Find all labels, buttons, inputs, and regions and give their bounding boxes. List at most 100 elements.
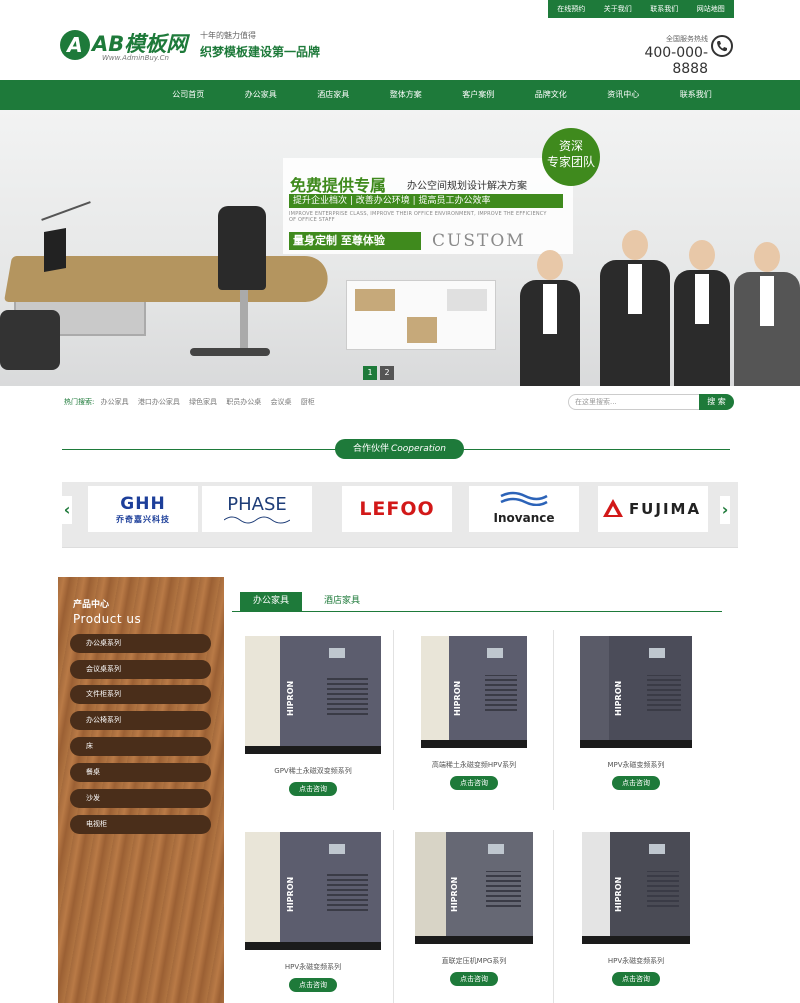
sidebar-item[interactable]: 沙发 — [70, 789, 211, 808]
side-chair-illustration — [0, 310, 60, 370]
nav-item-office-furniture[interactable]: 办公家具 — [225, 80, 298, 110]
banner-headline-rest: 办公空间规划设计解决方案 — [407, 181, 527, 192]
hot-keyword[interactable]: 港口办公家具 — [138, 398, 180, 406]
hot-keyword[interactable]: 厨柜 — [301, 398, 315, 406]
hot-search: 热门搜索: 办公家具 港口办公家具 绿色家具 职员办公桌 会议桌 厨柜 — [64, 397, 322, 407]
monitor-illustration — [44, 228, 66, 272]
person-illustration — [734, 242, 800, 386]
link-contact-us[interactable]: 联系我们 — [641, 0, 688, 18]
carousel-prev-icon[interactable]: ‹ — [62, 496, 72, 524]
product-card[interactable]: HIPRON HPV永磁变频系列点击咨询 — [556, 832, 716, 986]
machine-brand-label: HIPRON — [286, 680, 295, 716]
sidebar-item[interactable]: 办公桌系列 — [70, 634, 211, 653]
machine-brand-label: HIPRON — [614, 876, 623, 912]
tab-hotel-furniture[interactable]: 酒店家具 — [312, 592, 372, 611]
machine-brand-label: HIPRON — [453, 680, 462, 716]
link-sitemap[interactable]: 网站地图 — [688, 0, 735, 18]
hot-search-label: 热门搜索: — [64, 398, 95, 406]
carousel-next-icon[interactable]: › — [720, 496, 730, 524]
hotline-label: 全国服务热线 — [666, 35, 708, 43]
person-illustration — [520, 250, 580, 386]
product-image[interactable]: HIPRON — [245, 636, 381, 754]
tagline: 十年的魅力值得 织梦模板建设第一品牌 — [200, 30, 320, 60]
banner-pagination: 1 2 — [363, 366, 394, 380]
tagline-line1: 十年的魅力值得 — [200, 31, 256, 40]
hot-keyword[interactable]: 办公家具 — [101, 398, 129, 406]
product-card[interactable]: HIPRON 高端稀土永磁变频HPV系列点击咨询 — [394, 636, 554, 790]
sidebar-item[interactable]: 会议桌系列 — [70, 660, 211, 679]
sidebar-item[interactable]: 餐桌 — [70, 763, 211, 782]
banner-english: IMPROVE ENTERPRISE CLASS, IMPROVE THEIR … — [289, 211, 547, 223]
product-image[interactable]: HIPRON — [415, 832, 533, 944]
consult-button[interactable]: 点击咨询 — [450, 972, 498, 986]
lamp-illustration — [41, 201, 91, 221]
product-card[interactable]: HIPRON GPV稀土永磁双变频系列点击咨询 — [233, 636, 393, 796]
partner-logo-fujima[interactable]: FUJIMA — [598, 486, 708, 532]
hotline: 全国服务热线 400-000-8888 — [612, 34, 708, 77]
partner-logo-ghh[interactable]: GHH 乔奇嘉兴科技 — [88, 486, 198, 532]
logo-url: Www.AdminBuy.Cn — [102, 54, 169, 62]
partner-logo-phase[interactable]: PHASE — [202, 486, 312, 532]
nav-item-home[interactable]: 公司首页 — [152, 80, 225, 110]
hot-keyword[interactable]: 绿色家具 — [189, 398, 217, 406]
product-image[interactable]: HIPRON — [582, 832, 690, 944]
tab-office-furniture[interactable]: 办公家具 — [240, 592, 302, 611]
product-image[interactable]: HIPRON — [580, 636, 692, 748]
consult-button[interactable]: 点击咨询 — [612, 972, 660, 986]
product-name[interactable]: MPV永磁变频系列 — [556, 760, 716, 770]
bookshelf-illustration — [346, 280, 496, 350]
search-input[interactable]: 在这里搜索... — [568, 394, 700, 410]
nav-item-hotel-furniture[interactable]: 酒店家具 — [297, 80, 370, 110]
tagline-line2: 织梦模板建设第一品牌 — [200, 45, 321, 59]
top-utility-bar: 在线预约 关于我们 联系我们 网站地图 — [548, 0, 734, 18]
hot-keyword[interactable]: 会议桌 — [271, 398, 292, 406]
product-image[interactable]: HIPRON — [245, 832, 381, 950]
sidebar-item[interactable]: 文件柜系列 — [70, 685, 211, 704]
site-logo[interactable]: A AB模板网 Www.AdminBuy.Cn — [60, 26, 200, 66]
consult-button[interactable]: 点击咨询 — [450, 776, 498, 790]
phone-icon — [711, 35, 733, 57]
sidebar-heading: 产品中心 Product us — [73, 600, 142, 626]
banner-page-1[interactable]: 1 — [363, 366, 377, 380]
product-name[interactable]: GPV稀土永磁双变频系列 — [233, 766, 393, 776]
product-name[interactable]: HPV永磁变频系列 — [233, 962, 393, 972]
sidebar-item[interactable]: 办公椅系列 — [70, 711, 211, 730]
link-about-us[interactable]: 关于我们 — [595, 0, 642, 18]
banner-pill: 量身定制 至尊体验 — [289, 232, 421, 250]
nav-item-contact[interactable]: 联系我们 — [660, 80, 733, 110]
cooperation-title: 合作伙伴 Cooperation — [335, 439, 464, 459]
banner-strip: 提升企业档次 | 改善办公环境 | 提高员工办公效率 — [289, 194, 563, 208]
nav-item-solutions[interactable]: 整体方案 — [370, 80, 443, 110]
consult-button[interactable]: 点击咨询 — [289, 782, 337, 796]
product-card[interactable]: HIPRON MPV永磁变频系列点击咨询 — [556, 636, 716, 790]
sidebar-item[interactable]: 床 — [70, 737, 211, 756]
person-illustration — [674, 240, 730, 386]
hotline-number: 400-000-8888 — [644, 45, 708, 77]
machine-brand-label: HIPRON — [286, 876, 295, 912]
nav-item-brand[interactable]: 品牌文化 — [515, 80, 588, 110]
hot-keyword[interactable]: 职员办公桌 — [226, 398, 261, 406]
product-card[interactable]: HIPRON 直联定压机MPG系列点击咨询 — [394, 832, 554, 986]
product-name[interactable]: HPV永磁变频系列 — [556, 956, 716, 966]
banner-custom-text: CUSTOM — [432, 231, 526, 251]
banner-page-2[interactable]: 2 — [380, 366, 394, 380]
hero-banner[interactable]: 免费提供专属 办公空间规划设计解决方案 提升企业档次 | 改善办公环境 | 提高… — [0, 110, 800, 386]
product-image[interactable]: HIPRON — [421, 636, 527, 748]
product-name[interactable]: 高端稀土永磁变频HPV系列 — [394, 760, 554, 770]
product-card[interactable]: HIPRON HPV永磁变频系列点击咨询 — [233, 832, 393, 992]
banner-expert-badge: 资深 专家团队 — [542, 128, 600, 186]
link-online-booking[interactable]: 在线预约 — [548, 0, 595, 18]
consult-button[interactable]: 点击咨询 — [289, 978, 337, 992]
nav-item-cases[interactable]: 客户案例 — [442, 80, 515, 110]
tabs-divider — [232, 611, 722, 612]
sidebar-item[interactable]: 电视柜 — [70, 815, 211, 834]
consult-button[interactable]: 点击咨询 — [612, 776, 660, 790]
office-chair-illustration — [218, 206, 266, 290]
search-button[interactable]: 搜 索 — [699, 394, 734, 410]
partner-logo-lefoo[interactable]: LEFOO — [342, 486, 452, 532]
nav-item-news[interactable]: 资讯中心 — [587, 80, 660, 110]
partner-logo-inovance[interactable]: Inovance — [469, 486, 579, 532]
banner-headline: 免费提供专属 — [290, 176, 387, 195]
machine-brand-label: HIPRON — [450, 876, 459, 912]
product-name[interactable]: 直联定压机MPG系列 — [394, 956, 554, 966]
